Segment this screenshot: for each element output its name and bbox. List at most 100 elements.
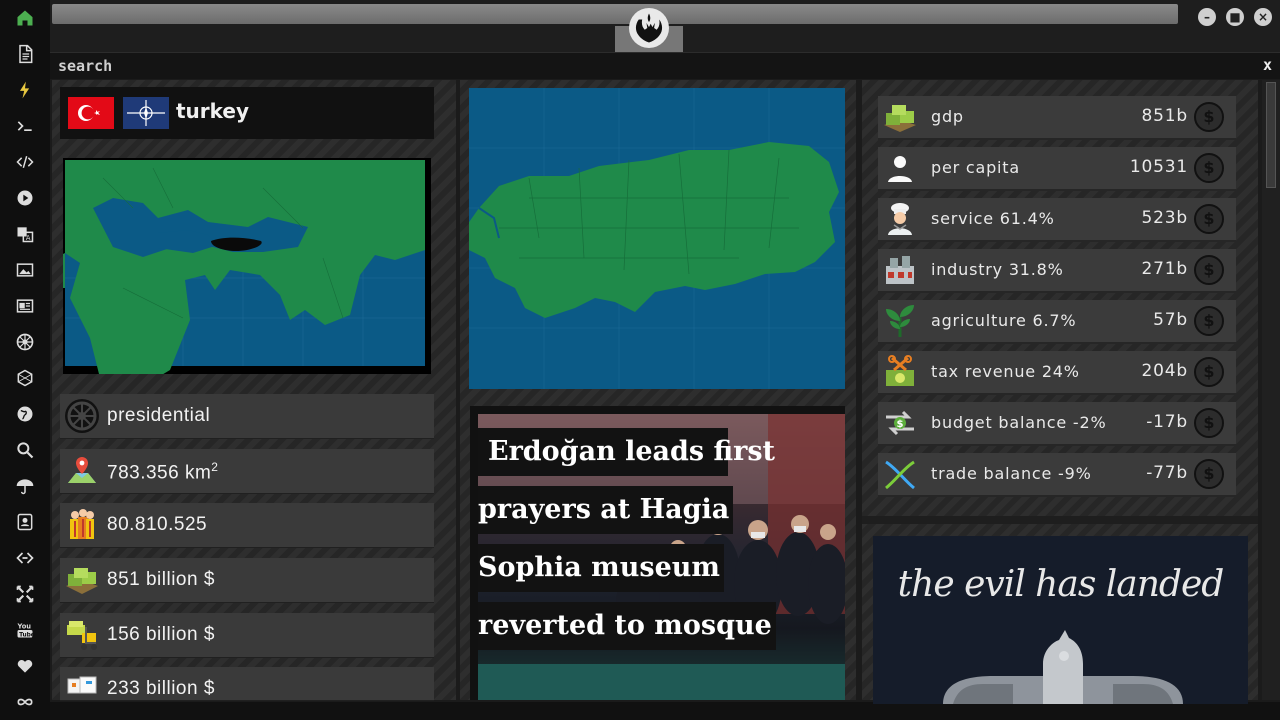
- gdp-value: 851 billion $: [107, 569, 215, 590]
- economy-label: gdp: [931, 107, 964, 126]
- document-icon[interactable]: [13, 42, 37, 66]
- sidebar-nav: A You Tube: [0, 0, 50, 720]
- economy-label: service 61.4%: [931, 209, 1055, 228]
- government-type: presidential: [107, 405, 211, 426]
- info-row-gdp: 851 billion $: [60, 558, 434, 602]
- empire-icon[interactable]: [13, 330, 37, 354]
- translate-icon[interactable]: A: [13, 222, 37, 246]
- population-value: 80.810.525: [107, 514, 208, 535]
- economy-row-budget-balance: $ budget balance -2% -17b $: [878, 402, 1236, 446]
- trade-cross-icon: [882, 456, 918, 492]
- dollar-icon[interactable]: $: [1194, 306, 1224, 336]
- scrollbar[interactable]: [1262, 80, 1280, 700]
- money-forklift-icon: [64, 617, 100, 653]
- rebel-alliance-emblem-icon: [629, 8, 669, 48]
- balance-arrows-icon: $: [882, 405, 918, 441]
- dollar-icon[interactable]: $: [1194, 255, 1224, 285]
- minimize-button[interactable]: –: [1198, 8, 1216, 26]
- info-row-trade: 233 billion $: [60, 667, 434, 700]
- money-stack-icon: [882, 99, 918, 135]
- scroll-thumb[interactable]: [1266, 82, 1276, 188]
- contact-icon[interactable]: [13, 510, 37, 534]
- headline-line-4[interactable]: reverted to mosque: [478, 602, 776, 650]
- population-icon: [64, 507, 100, 543]
- boxes-icon: [64, 671, 100, 700]
- dollar-icon[interactable]: $: [1194, 153, 1224, 183]
- economy-value: -17b: [1146, 412, 1188, 432]
- youtube-icon[interactable]: You Tube: [13, 618, 37, 642]
- economy-value: 204b: [1141, 361, 1188, 381]
- economy-value: 57b: [1153, 310, 1188, 330]
- info-row-area: 783.356 km2: [60, 449, 434, 493]
- country-header: turkey: [60, 87, 434, 139]
- globe-icon[interactable]: [13, 402, 37, 426]
- sprout-icon: [882, 303, 918, 339]
- home-icon[interactable]: [13, 6, 37, 30]
- maximize-button[interactable]: ■: [1226, 8, 1244, 26]
- newspaper-icon[interactable]: [13, 294, 37, 318]
- economy-row-industry: industry 31.8% 271b $: [878, 249, 1236, 293]
- factory-icon: [882, 252, 918, 288]
- section-divider: [862, 516, 1258, 524]
- play-icon[interactable]: [13, 186, 37, 210]
- dollar-icon[interactable]: $: [1194, 102, 1224, 132]
- share-icon[interactable]: [13, 546, 37, 570]
- dollar-icon[interactable]: $: [1194, 459, 1224, 489]
- money-icon: [64, 562, 100, 598]
- hexagon-icon[interactable]: [13, 366, 37, 390]
- search-icon[interactable]: [13, 438, 37, 462]
- economy-value: 851b: [1141, 106, 1188, 126]
- lightning-icon[interactable]: [13, 78, 37, 102]
- bottom-bar: [50, 702, 1280, 720]
- tax-icon: [882, 354, 918, 390]
- info-row-population: 80.810.525: [60, 503, 434, 547]
- search-bar[interactable]: search x: [50, 52, 1280, 79]
- economy-label: trade balance -9%: [931, 464, 1092, 483]
- economy-row-per-capita: per capita 10531 $: [878, 147, 1236, 191]
- crosshair-icon[interactable]: [13, 582, 37, 606]
- svg-text:You: You: [17, 622, 32, 630]
- svg-text:A: A: [26, 234, 31, 242]
- address-bar[interactable]: [52, 4, 1178, 24]
- economy-row-gdp: gdp 851b $: [878, 96, 1236, 140]
- economy-label: per capita: [931, 158, 1020, 177]
- code-icon[interactable]: [13, 150, 37, 174]
- world-map[interactable]: [35, 158, 431, 388]
- budget-value: 156 billion $: [107, 624, 215, 645]
- promo-poster[interactable]: the evil has landed: [873, 536, 1248, 704]
- economy-label: industry 31.8%: [931, 260, 1064, 279]
- economy-row-agriculture: agriculture 6.7% 57b $: [878, 300, 1236, 344]
- infinity-icon[interactable]: [13, 690, 37, 714]
- image-icon[interactable]: [13, 258, 37, 282]
- economy-label: budget balance -2%: [931, 413, 1107, 432]
- map-pin-icon: [64, 453, 100, 489]
- dollar-icon[interactable]: $: [1194, 204, 1224, 234]
- headline-line-3[interactable]: Sophia museum: [478, 544, 724, 592]
- empire-icon: [64, 398, 100, 434]
- search-label[interactable]: search: [58, 57, 112, 75]
- headline-line-1[interactable]: Erdoğan leads first: [478, 428, 775, 476]
- turkey-flag-icon: [68, 97, 114, 129]
- economy-row-trade-balance: trade balance -9% -77b $: [878, 453, 1236, 497]
- close-search-button[interactable]: x: [1263, 56, 1272, 74]
- info-row-budget: 156 billion $: [60, 613, 434, 657]
- economy-label: tax revenue 24%: [931, 362, 1080, 381]
- economy-value: -77b: [1146, 463, 1188, 483]
- umbrella-icon[interactable]: [13, 474, 37, 498]
- person-icon: [882, 150, 918, 186]
- nato-flag-icon: [123, 97, 169, 129]
- economy-row-service: service 61.4% 523b $: [878, 198, 1236, 242]
- area-value: 783.356 km2: [107, 460, 219, 484]
- headline-line-2[interactable]: prayers at Hagia: [478, 486, 734, 534]
- economy-value: 523b: [1141, 208, 1188, 228]
- country-map[interactable]: [465, 88, 845, 389]
- svg-text:$: $: [897, 419, 904, 430]
- heart-icon[interactable]: [13, 654, 37, 678]
- info-row-government: presidential: [60, 394, 434, 438]
- dollar-icon[interactable]: $: [1194, 357, 1224, 387]
- dollar-icon[interactable]: $: [1194, 408, 1224, 438]
- country-name: turkey: [176, 99, 250, 123]
- close-window-button[interactable]: ×: [1254, 8, 1272, 26]
- terminal-icon[interactable]: [13, 114, 37, 138]
- economy-row-tax-revenue: tax revenue 24% 204b $: [878, 351, 1236, 395]
